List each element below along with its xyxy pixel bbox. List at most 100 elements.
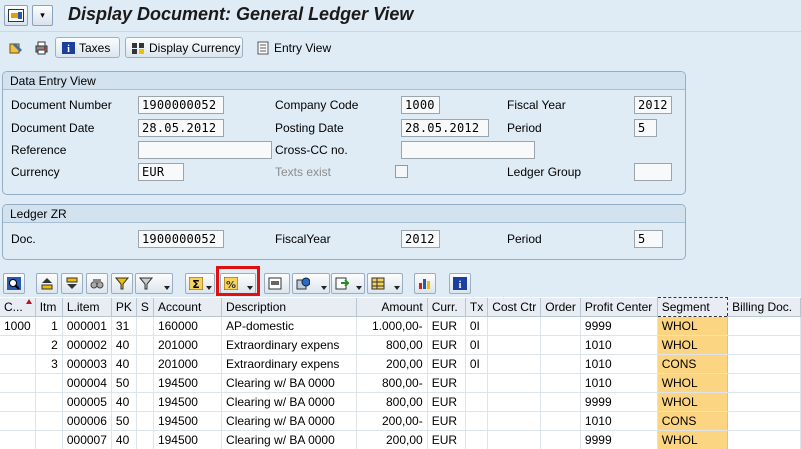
cell-account[interactable]: 201000 [153,354,223,374]
cell-posting-key[interactable]: 50 [111,373,137,393]
document-date-field[interactable]: 28.05.2012 [138,119,224,137]
cell-order[interactable] [540,430,581,449]
column-header-billing-doc[interactable]: Billing Doc. [727,297,801,317]
cell-order[interactable] [540,316,581,336]
information-button[interactable]: i [449,273,471,294]
cell-tax-code[interactable] [465,392,489,412]
cell-currency[interactable]: EUR [427,316,466,336]
posting-date-field[interactable]: 28.05.2012 [401,119,489,137]
column-header-account[interactable]: Account [153,297,223,317]
cell-special-gl[interactable] [136,392,154,412]
cell-billing-doc[interactable] [727,335,801,355]
cell-item[interactable]: 2 [35,335,63,355]
graphic-button[interactable] [414,273,436,294]
cell-description[interactable]: AP-domestic [221,316,357,336]
cell-item[interactable]: 3 [35,354,63,374]
cell-line-item[interactable]: 000003 [62,354,112,374]
cell-amount[interactable]: 1.000,00- [356,316,428,336]
filter-button[interactable] [111,273,133,294]
reference-field[interactable] [138,141,272,159]
texts-exist-checkbox[interactable] [395,165,408,178]
cell-order[interactable] [540,373,581,393]
cell-profit-center[interactable]: 1010 [580,354,658,374]
cell-tax-code[interactable]: 0I [465,335,489,355]
cell-company-code[interactable] [0,373,36,393]
cell-segment[interactable]: WHOL [657,430,729,449]
ledger-period-field[interactable]: 5 [634,230,663,248]
fiscal-year-field[interactable]: 2012 [634,96,672,114]
cell-cost-center[interactable] [487,316,542,336]
cell-segment[interactable]: CONS [657,354,729,374]
cell-posting-key[interactable]: 31 [111,316,137,336]
layout-button[interactable] [367,273,403,294]
company-code-field[interactable]: 1000 [401,96,440,114]
cell-line-item[interactable]: 000006 [62,411,112,431]
filter-menu-button[interactable] [135,273,173,294]
table-row[interactable]: 000007 40 194500 Clearing w/ BA 0000 200,00 E… [0,430,801,449]
cell-line-item[interactable]: 000002 [62,335,112,355]
cell-line-item[interactable]: 000004 [62,373,112,393]
cell-segment[interactable]: CONS [657,411,729,431]
cell-cost-center[interactable] [487,335,542,355]
cell-posting-key[interactable]: 50 [111,411,137,431]
cell-description[interactable]: Clearing w/ BA 0000 [221,392,357,412]
column-header-profit-center[interactable]: Profit Center [580,297,658,317]
ledger-group-field[interactable] [634,163,672,181]
cross-cc-field[interactable] [401,141,535,159]
find-button[interactable] [86,273,108,294]
cell-tax-code[interactable] [465,411,489,431]
table-row[interactable]: 000006 50 194500 Clearing w/ BA 0000 200,00-… [0,411,801,431]
cell-posting-key[interactable]: 40 [111,335,137,355]
cell-special-gl[interactable] [136,411,154,431]
document-number-field[interactable]: 1900000052 [138,96,224,114]
cell-company-code[interactable] [0,354,36,374]
table-row[interactable]: 1000 1 000001 31 160000 AP-domestic 1.000,00- E… [0,316,801,336]
sort-descending-button[interactable] [61,273,83,294]
cell-segment[interactable]: WHOL [657,392,729,412]
column-header-order[interactable]: Order [540,297,581,317]
cell-tax-code[interactable]: 0I [465,316,489,336]
cell-amount[interactable]: 200,00- [356,411,428,431]
cell-account[interactable]: 201000 [153,335,223,355]
column-header-description[interactable]: Description [221,297,357,317]
cell-account[interactable]: 194500 [153,392,223,412]
column-header-company-code[interactable]: C... [0,297,36,317]
cell-posting-key[interactable]: 40 [111,430,137,449]
cell-billing-doc[interactable] [727,373,801,393]
cell-cost-center[interactable] [487,411,542,431]
cell-posting-key[interactable]: 40 [111,354,137,374]
cell-account[interactable]: 194500 [153,411,223,431]
cell-line-item[interactable]: 000005 [62,392,112,412]
cell-company-code[interactable] [0,430,36,449]
cell-currency[interactable]: EUR [427,373,466,393]
ledger-fiscal-year-field[interactable]: 2012 [401,230,440,248]
cell-order[interactable] [540,354,581,374]
column-header-cost-center[interactable]: Cost Ctr [487,297,542,317]
cell-description[interactable]: Clearing w/ BA 0000 [221,430,357,449]
cell-currency[interactable]: EUR [427,335,466,355]
cell-company-code[interactable] [0,411,36,431]
dropdown-arrow-icon[interactable]: ▾ [32,5,53,26]
cell-billing-doc[interactable] [727,354,801,374]
display-currency-button[interactable]: Display Currency [125,37,243,58]
cell-amount[interactable]: 800,00- [356,373,428,393]
cell-description[interactable]: Clearing w/ BA 0000 [221,411,357,431]
table-row[interactable]: 3 000003 40 201000 Extraordinary expens 200,0… [0,354,801,374]
period-field[interactable]: 5 [634,119,657,137]
column-header-segment[interactable]: Segment [656,297,729,317]
cell-account[interactable]: 194500 [153,430,223,449]
taxes-button[interactable]: i Taxes [55,37,120,58]
print-preview-button[interactable] [264,273,290,294]
cell-order[interactable] [540,411,581,431]
sort-ascending-button[interactable] [36,273,58,294]
cell-special-gl[interactable] [136,354,154,374]
cell-description[interactable]: Extraordinary expens [221,335,357,355]
print-button[interactable] [29,37,54,58]
views-button[interactable] [292,273,330,294]
cell-special-gl[interactable] [136,316,154,336]
cell-company-code[interactable] [0,335,36,355]
cell-segment[interactable]: WHOL [657,373,729,393]
cell-item[interactable] [35,430,63,449]
export-button[interactable] [331,273,365,294]
cell-amount[interactable]: 200,00 [356,430,428,449]
